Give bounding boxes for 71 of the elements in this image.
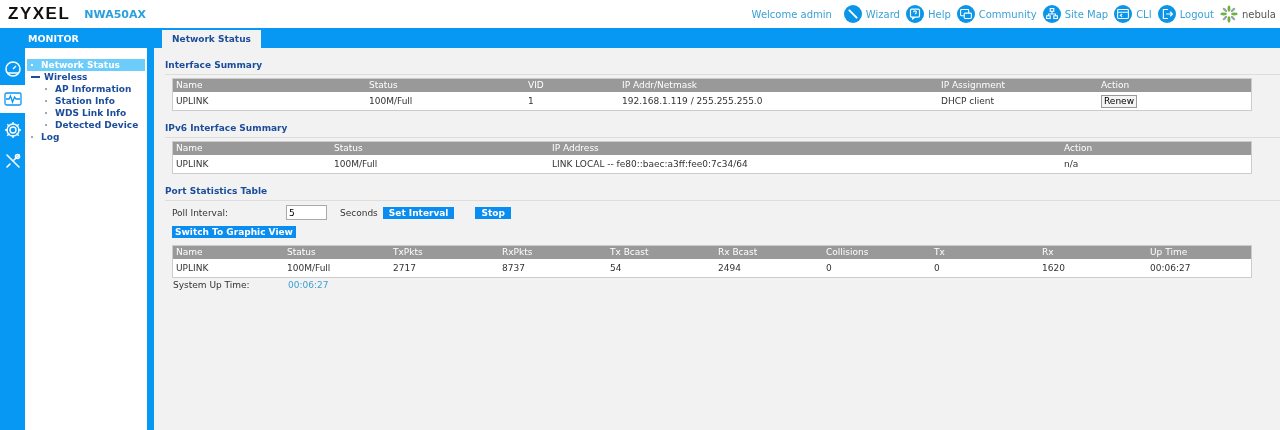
- tab[interactable]: Network Status: [162, 30, 261, 48]
- gauge-icon: [2, 58, 23, 78]
- column-header: Rx: [1041, 246, 1055, 259]
- column-header: IP Assignment: [940, 79, 1006, 92]
- pulse-icon: [2, 89, 23, 109]
- column-header: Name: [175, 142, 204, 155]
- table-cell-text: 100M/Full: [333, 158, 379, 171]
- column-header: Tx Bcast: [609, 246, 650, 259]
- sidebar-title: MONITOR: [27, 32, 80, 46]
- wizard-icon: [843, 5, 862, 23]
- community-icon: [956, 5, 975, 23]
- nav-item[interactable]: Station Info: [27, 95, 145, 107]
- poll-interval-field[interactable]: 5: [286, 205, 327, 220]
- table-cell-text: 2717: [392, 262, 417, 275]
- column-header: Status: [333, 142, 364, 155]
- table-cell-text: 100M/Full: [286, 262, 332, 275]
- table-cell-text: UPLINK: [175, 262, 210, 275]
- table-cell-text: 192.168.1.119 / 255.255.255.0: [621, 95, 764, 108]
- nav-item[interactable]: WDS Link Info: [27, 107, 145, 119]
- column-header: Tx: [933, 246, 946, 259]
- header-link[interactable]: nebula: [1219, 5, 1276, 23]
- welcome-text: Welcome admin: [751, 8, 832, 20]
- column-header: Status: [368, 79, 399, 92]
- table-cell-text: 1: [527, 95, 535, 108]
- column-header: VID: [527, 79, 545, 92]
- section-title: Port Statistics Table: [165, 186, 1280, 201]
- uptime-label: System Up Time:: [173, 280, 251, 290]
- table-cell-text: 00:06:27: [1149, 262, 1192, 275]
- gear-icon: [2, 120, 23, 140]
- logout-icon: [1157, 5, 1176, 23]
- column-header: Up Time: [1149, 246, 1189, 259]
- sitemap-icon: [1042, 5, 1061, 23]
- table-cell-text: 54: [609, 262, 623, 275]
- cli-icon: [1114, 5, 1133, 23]
- renew-button[interactable]: Renew: [1101, 95, 1137, 108]
- section-title: IPv6 Interface Summary: [165, 123, 1280, 138]
- monitor-mode-button[interactable]: [0, 85, 25, 113]
- brand-logo: ZYXEL: [8, 4, 71, 24]
- column-header: Collisions: [825, 246, 870, 259]
- column-header: TxPkts: [392, 246, 424, 259]
- column-header: Rx Bcast: [717, 246, 759, 259]
- nav-item[interactable]: AP Information: [27, 83, 145, 95]
- help-icon: [905, 5, 924, 23]
- nav-item[interactable]: Wireless: [27, 71, 145, 83]
- poll-interval-label: Poll Interval:: [172, 207, 229, 218]
- table-cell-text: 0: [825, 262, 833, 275]
- table-cell-text: 2494: [717, 262, 742, 275]
- column-header: RxPkts: [501, 246, 534, 259]
- column-header: IP Address: [551, 142, 600, 155]
- column-header: Name: [175, 79, 204, 92]
- table-cell-text: UPLINK: [175, 158, 210, 171]
- seconds-label: Seconds: [340, 207, 378, 218]
- flower-icon: [1219, 5, 1238, 23]
- column-header: Status: [286, 246, 317, 259]
- table-cell-text: 8737: [501, 262, 526, 275]
- table-cell-text: 1620: [1041, 262, 1066, 275]
- table-cell-text: DHCP client: [940, 95, 995, 108]
- column-header: Action: [1063, 142, 1094, 155]
- column-header: IP Addr/Netmask: [621, 79, 699, 92]
- uptime-value: 00:06:27: [288, 280, 329, 290]
- column-header: Action: [1100, 79, 1131, 92]
- section-title: Interface Summary: [165, 60, 1280, 75]
- table-cell-text: 100M/Full: [368, 95, 414, 108]
- column-header: Name: [175, 246, 204, 259]
- nav-item[interactable]: Log: [27, 131, 145, 143]
- table-cell-text: UPLINK: [175, 95, 210, 108]
- table-cell-text: n/a: [1063, 158, 1080, 171]
- model-name: NWA50AX: [84, 7, 146, 21]
- table-cell-text: LINK LOCAL -- fe80::baec:a3ff:fee0:7c34/64: [551, 158, 749, 171]
- nav-item[interactable]: Detected Device: [27, 119, 145, 131]
- table-cell-text: 0: [933, 262, 941, 275]
